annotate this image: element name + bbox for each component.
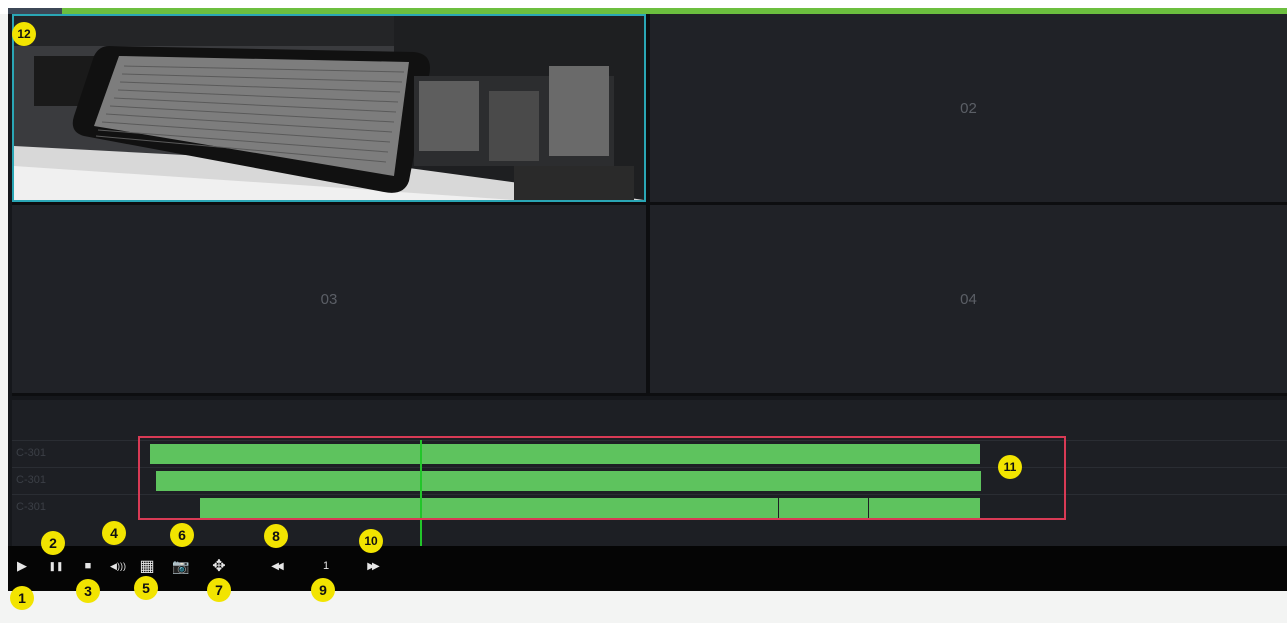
annotation-badge-6: 6 bbox=[170, 523, 194, 547]
playback-window: ⋮ bbox=[8, 14, 1287, 591]
annotation-badge-11: 11 bbox=[998, 455, 1022, 479]
top-bar bbox=[0, 0, 1287, 14]
time-ruler[interactable] bbox=[12, 400, 1287, 430]
playback-controls: ▶ ❚❚ ■ ◀))) ▦ 📷 ✥ ◀◀ 1 ▶▶ bbox=[8, 546, 1287, 591]
selection-highlight bbox=[138, 436, 1066, 520]
clip-icon[interactable]: ▦ bbox=[136, 554, 158, 578]
camera-feed-image bbox=[14, 16, 644, 200]
annotation-badge-5: 5 bbox=[134, 576, 158, 600]
playback-speed-value: 1 bbox=[322, 560, 330, 572]
volume-icon[interactable]: ◀))) bbox=[106, 554, 130, 578]
annotation-badge-8: 8 bbox=[264, 524, 288, 548]
video-pane-3[interactable]: 03 bbox=[12, 205, 646, 393]
video-pane-4[interactable]: 04 bbox=[650, 205, 1287, 393]
play-button[interactable]: ▶ bbox=[14, 554, 30, 578]
track-label: C-301 bbox=[16, 474, 46, 486]
video-grid: 02 03 04 bbox=[12, 14, 1287, 396]
snapshot-camera-icon[interactable]: 📷 bbox=[170, 554, 192, 578]
annotation-badge-4: 4 bbox=[102, 521, 126, 545]
pane-label: 03 bbox=[320, 290, 338, 308]
annotation-badge-7: 7 bbox=[207, 578, 231, 602]
video-pane-2[interactable]: 02 bbox=[650, 14, 1287, 202]
slow-down-button[interactable]: ◀◀ bbox=[266, 554, 286, 578]
track-label: C-301 bbox=[16, 501, 46, 513]
track-label: C-301 bbox=[16, 447, 46, 459]
annotation-badge-12: 12 bbox=[12, 22, 36, 46]
annotation-badge-3: 3 bbox=[76, 579, 100, 603]
annotation-badge-10: 10 bbox=[359, 529, 383, 553]
stop-button[interactable]: ■ bbox=[80, 554, 96, 578]
annotation-badge-1: 1 bbox=[10, 586, 34, 610]
fast-forward-button[interactable]: ▶▶ bbox=[362, 554, 382, 578]
pane-label: 02 bbox=[960, 99, 977, 117]
pane-label: 04 bbox=[960, 290, 977, 308]
digital-zoom-icon[interactable]: ✥ bbox=[208, 554, 230, 578]
annotation-badge-9: 9 bbox=[311, 578, 335, 602]
video-pane-1[interactable] bbox=[12, 14, 646, 202]
pause-button[interactable]: ❚❚ bbox=[48, 554, 64, 578]
annotation-badge-2: 2 bbox=[41, 531, 65, 555]
timeline-panel[interactable]: C-301 C-301 C-301 bbox=[12, 400, 1287, 546]
